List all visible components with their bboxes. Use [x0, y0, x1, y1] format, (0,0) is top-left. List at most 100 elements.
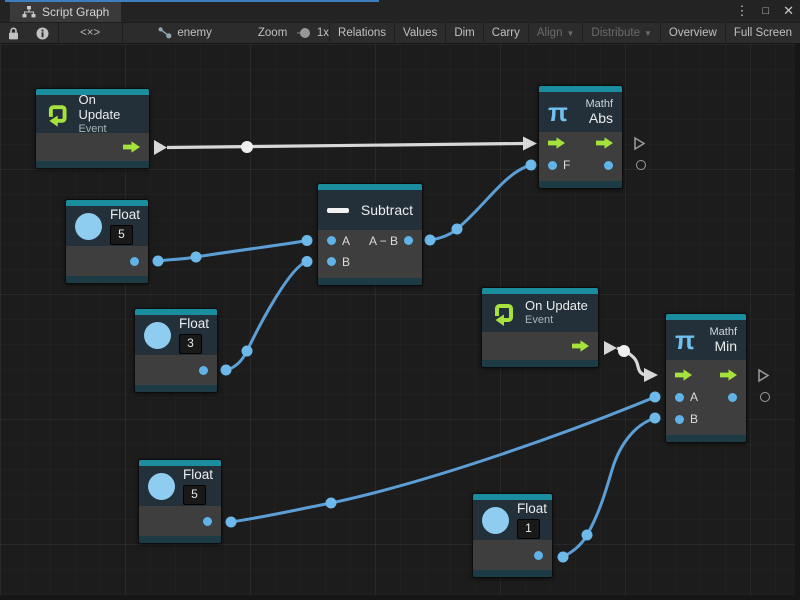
float-icon	[75, 213, 102, 240]
graph-node-icon	[158, 27, 172, 39]
flow-output-port[interactable]	[596, 137, 613, 149]
value-output-port[interactable]	[604, 161, 613, 170]
relations-button[interactable]: Relations	[330, 22, 394, 44]
node-title: Float	[110, 207, 140, 223]
edit-script-icon[interactable]: <×>	[58, 22, 122, 44]
maximize-icon[interactable]: □	[762, 5, 769, 17]
tab-title: Script Graph	[42, 5, 109, 19]
node-footer	[36, 161, 149, 168]
node-subtract[interactable]: Subtract A A − B B	[317, 183, 423, 286]
value-input-port-b[interactable]	[327, 257, 336, 266]
flow-input-port[interactable]	[675, 369, 692, 381]
value-output-port[interactable]	[203, 517, 212, 526]
unconnected-flow-indicator	[633, 136, 646, 151]
value-output-port[interactable]	[199, 366, 208, 375]
node-title: Float	[179, 316, 209, 332]
window-frame-right	[795, 44, 800, 600]
node-header: π Mathf Min	[666, 320, 746, 360]
node-footer	[482, 360, 598, 367]
zoom-slider-knob[interactable]	[300, 28, 310, 38]
dim-button[interactable]: Dim	[446, 22, 482, 44]
node-footer	[135, 385, 217, 392]
pi-icon: π	[548, 99, 568, 125]
node-header: On Update Event	[482, 294, 598, 332]
flow-output-port[interactable]	[123, 141, 140, 153]
window-frame-bottom	[0, 595, 800, 600]
value-output-port[interactable]	[728, 393, 737, 402]
port-label-a: A	[690, 390, 698, 404]
graph-breadcrumb[interactable]: enemy	[150, 22, 220, 44]
info-icon[interactable]	[27, 22, 58, 44]
distribute-button: Distribute▼	[583, 22, 660, 44]
value-output-port[interactable]	[534, 551, 543, 560]
flow-output-port[interactable]	[572, 340, 589, 352]
node-footer	[139, 536, 221, 543]
node-footer	[539, 181, 622, 188]
value-output-port[interactable]	[404, 236, 413, 245]
value-input-port[interactable]	[548, 161, 557, 170]
carry-button[interactable]: Carry	[484, 22, 528, 44]
node-title: Min	[709, 338, 737, 354]
fullscreen-button[interactable]: Full Screen	[726, 22, 800, 44]
graph-name: enemy	[177, 27, 212, 39]
node-header: Subtract	[318, 190, 422, 230]
node-footer	[473, 570, 552, 577]
node-title: Float	[183, 467, 213, 483]
node-header: Float 5	[66, 206, 148, 246]
port-label-f: F	[563, 158, 570, 172]
value-input-port-b[interactable]	[675, 415, 684, 424]
unconnected-value-indicator	[760, 392, 770, 402]
close-icon[interactable]: ✕	[783, 3, 794, 19]
float-value-field[interactable]: 5	[110, 225, 133, 245]
node-header: Float 3	[135, 315, 217, 355]
node-on-update-1[interactable]: On Update Event	[35, 88, 150, 169]
node-footer	[318, 278, 422, 285]
float-value-field[interactable]: 3	[179, 334, 202, 354]
zoom-label: Zoom	[258, 27, 287, 39]
node-header: On Update Event	[36, 95, 149, 133]
flow-input-port[interactable]	[548, 137, 565, 149]
node-float-1[interactable]: Float 1	[472, 493, 553, 578]
title-bar: Script Graph ⋮ □ ✕	[0, 0, 800, 22]
float-icon	[148, 473, 175, 500]
pi-icon: π	[675, 327, 695, 353]
node-supertitle: Mathf	[585, 98, 613, 111]
graph-toolbar: <×> enemy Zoom 1x Relations Values Dim C…	[0, 22, 800, 44]
float-value-field[interactable]: 5	[183, 485, 206, 505]
kebab-menu-icon[interactable]: ⋮	[735, 3, 748, 19]
node-float-3[interactable]: Float 3	[134, 308, 218, 393]
node-subtitle: Event	[525, 314, 588, 327]
port-label-b: B	[342, 255, 350, 269]
value-output-port[interactable]	[130, 257, 139, 266]
node-header: Float 1	[473, 500, 552, 540]
node-title: Abs	[585, 110, 613, 126]
node-mathf-min[interactable]: π Mathf Min A B	[665, 313, 747, 443]
chevron-down-icon: ▼	[644, 29, 652, 38]
subtract-icon	[327, 208, 349, 213]
tab-script-graph[interactable]: Script Graph	[10, 2, 121, 22]
node-footer	[666, 435, 746, 442]
value-input-port-a[interactable]	[327, 236, 336, 245]
node-float-5-top[interactable]: Float 5	[65, 199, 149, 284]
chevron-down-icon: ▼	[566, 29, 574, 38]
node-float-5-bottom[interactable]: Float 5	[138, 459, 222, 544]
lock-icon[interactable]	[0, 22, 27, 44]
node-mathf-abs[interactable]: π Mathf Abs F	[538, 85, 623, 189]
node-title: Subtract	[361, 202, 413, 218]
overview-button[interactable]: Overview	[661, 22, 725, 44]
node-on-update-2[interactable]: On Update Event	[481, 287, 599, 368]
node-subtitle: Event	[78, 123, 140, 136]
zoom-slider[interactable]	[297, 32, 306, 34]
float-value-field[interactable]: 1	[517, 519, 540, 539]
flow-output-port[interactable]	[720, 369, 737, 381]
node-supertitle: Mathf	[709, 326, 737, 339]
zoom-value: 1x	[317, 27, 329, 39]
align-button: Align▼	[529, 22, 583, 44]
graph-tab-icon	[22, 6, 36, 18]
loop-event-icon	[491, 300, 517, 326]
value-input-port-a[interactable]	[675, 393, 684, 402]
port-label-a: A	[342, 234, 350, 248]
node-title: On Update	[78, 93, 140, 123]
values-button[interactable]: Values	[395, 22, 445, 44]
unconnected-value-indicator	[636, 160, 646, 170]
